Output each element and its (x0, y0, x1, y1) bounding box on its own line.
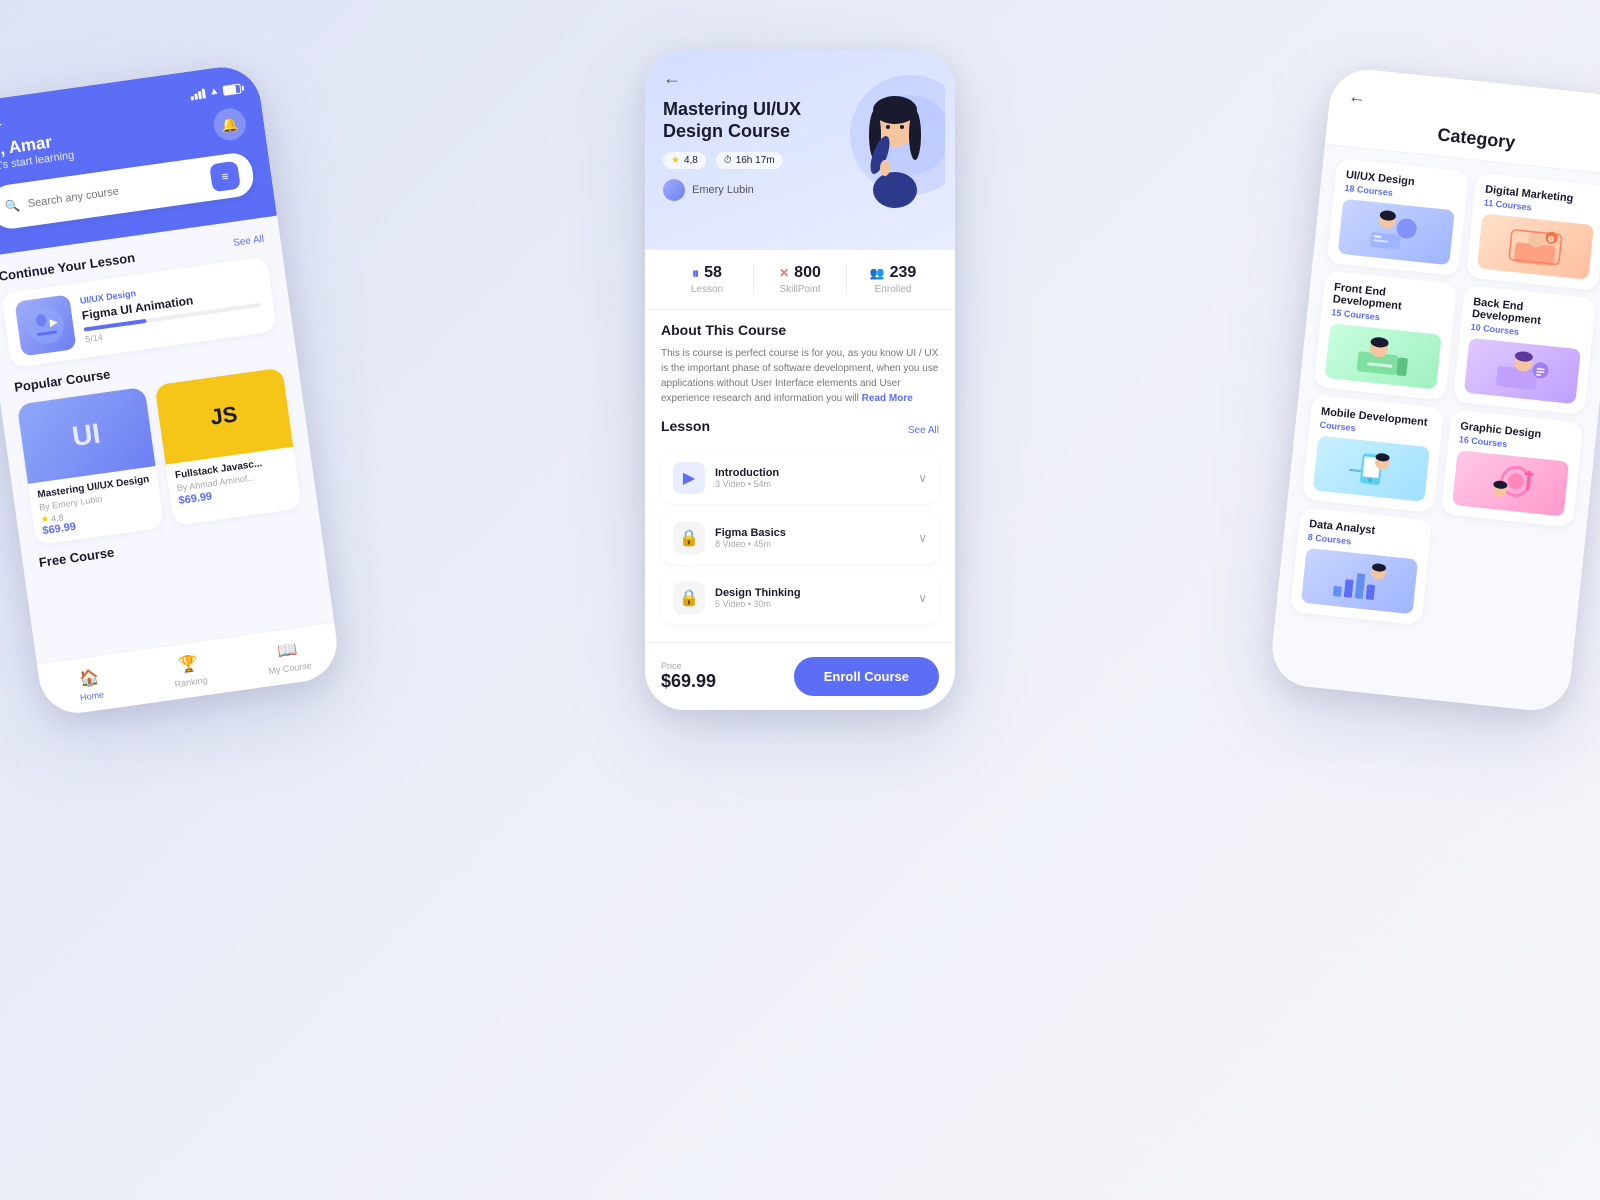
skillpoint-value: 800 (794, 264, 821, 282)
nav-ranking[interactable]: 🏆 Ranking (136, 637, 243, 704)
clock-icon: ⏱ (724, 155, 732, 166)
phone-left: 9:41 ▲ 🔔 Hi, Amar Let's start lear (0, 62, 342, 718)
course-card-js[interactable]: JS Fullstack Javasc... By Ahmad Aminof..… (154, 367, 302, 526)
lesson-2-title: Design Thinking (715, 587, 908, 599)
chevron-down-icon-2: ∨ (918, 591, 927, 605)
lesson-see-all[interactable]: See All (908, 425, 939, 436)
enrolled-label: Enrolled (847, 284, 939, 295)
chevron-down-icon-1: ∨ (918, 531, 927, 545)
lesson-item-0[interactable]: ▶ Introduction 3 Video • 54m ∨ (661, 452, 939, 504)
wifi-icon: ▲ (208, 86, 219, 98)
category-frontend[interactable]: Front End Development 15 Courses (1314, 270, 1458, 400)
category-data-analyst[interactable]: Data Analyst 8 Courses (1290, 507, 1432, 625)
lesson-0-title: Introduction (715, 467, 908, 479)
cat-thumb-fe (1325, 323, 1442, 389)
status-time: 9:41 (0, 116, 2, 131)
about-title: About This Course (661, 322, 939, 338)
search-icon: 🔍 (4, 198, 21, 214)
free-course-title: Free Course (38, 545, 115, 570)
duration-badge: ⏱ 16h 17m (716, 152, 783, 169)
category-digital-marketing[interactable]: Digital Marketing 11 Courses ⚙ (1466, 173, 1600, 291)
nav-my-course[interactable]: 📖 My Course (235, 623, 342, 690)
instructor-name: Emery Lubin (692, 184, 754, 196)
course-hero-image (835, 60, 945, 220)
filter-button[interactable]: ≡ (209, 161, 241, 193)
duration-value: 16h 17m (736, 155, 775, 166)
home-icon: 🏠 (78, 666, 101, 689)
cat-thumb-gd (1452, 450, 1569, 516)
cat-thumb-uiux (1338, 199, 1455, 265)
search-input[interactable] (27, 174, 204, 211)
lesson-1-meta: 8 Video • 45m (715, 539, 908, 549)
cat-thumb-be (1464, 338, 1581, 404)
course-description: This is course is perfect course is for … (661, 346, 939, 406)
stat-enrolled: 👥 239 Enrolled (847, 264, 939, 295)
phone-center: ← (645, 50, 955, 710)
lesson-item-1[interactable]: 🔒 Figma Basics 8 Video • 45m ∨ (661, 512, 939, 564)
lesson-icon: ⏸ (692, 265, 699, 282)
popular-course-title: Popular Course (13, 366, 111, 394)
enroll-course-button[interactable]: Enroll Course (794, 657, 939, 696)
battery-icon (222, 83, 241, 95)
lesson-2-meta: 5 Video • 30m (715, 599, 908, 609)
star-icon: ★ (671, 155, 680, 166)
course-footer: Price $69.99 Enroll Course (645, 642, 955, 710)
lesson-count-value: 58 (704, 264, 722, 282)
lock-icon: 🔒 (673, 522, 705, 554)
price-value: $69.99 (661, 671, 716, 692)
category-grid: UI/UX Design 18 Courses (1290, 158, 1600, 640)
category-backend[interactable]: Back End Development 10 Courses (1453, 285, 1597, 415)
stat-skillpoint: ✕ 800 SkillPoint (754, 264, 846, 295)
category-mobile[interactable]: Mobile Development Courses (1302, 395, 1444, 513)
continue-see-all[interactable]: See All (233, 234, 265, 249)
play-icon: ▶ (673, 462, 705, 494)
course-title: Mastering UI/UX Design Course (663, 99, 833, 142)
category-uiux[interactable]: UI/UX Design 18 Courses (1327, 158, 1469, 276)
price-label: Price (661, 661, 716, 671)
my-course-icon: 📖 (276, 639, 299, 662)
chevron-down-icon: ∨ (918, 471, 927, 485)
course-stats: ⏸ 58 Lesson ✕ 800 SkillPoint 👥 239 Enr (645, 250, 955, 310)
lesson-section-title: Lesson (661, 418, 710, 434)
read-more-link[interactable]: Read More (862, 393, 913, 404)
skillpoint-icon: ✕ (779, 266, 789, 280)
cat-thumb-mobile (1313, 436, 1430, 502)
enrolled-value: 239 (890, 264, 917, 282)
phone-right: ← Category UI/UX Design 18 Courses (1268, 66, 1600, 714)
category-graphic-design[interactable]: Graphic Design 16 Courses (1441, 409, 1583, 527)
ranking-icon: 🏆 (177, 653, 200, 676)
course-card-ux[interactable]: UI Mastering UI/UX Design By Emery Lubin… (17, 387, 165, 546)
lesson-item-2[interactable]: 🔒 Design Thinking 5 Video • 30m ∨ (661, 572, 939, 624)
nav-home[interactable]: 🏠 Home (37, 650, 144, 717)
lesson-section: Lesson See All ▶ Introduction 3 Video • … (661, 418, 939, 624)
signal-icon (190, 88, 206, 100)
cat-thumb-dm: ⚙ (1477, 213, 1594, 279)
lesson-1-title: Figma Basics (715, 527, 908, 539)
svg-text:⚙: ⚙ (1547, 234, 1555, 244)
lock-icon-2: 🔒 (673, 582, 705, 614)
instructor-avatar (663, 179, 685, 201)
back-button[interactable]: ← (663, 68, 681, 89)
rating-badge: ★ 4,8 (663, 152, 706, 169)
cat-thumb-da (1301, 548, 1418, 614)
filter-icon: ≡ (221, 169, 230, 184)
stat-lesson: ⏸ 58 Lesson (661, 264, 753, 295)
category-grid-container: UI/UX Design 18 Courses (1268, 145, 1600, 714)
lesson-thumbnail (14, 294, 76, 356)
lesson-label: Lesson (661, 284, 753, 295)
lesson-0-meta: 3 Video • 54m (715, 479, 908, 489)
rating-value: 4,8 (684, 155, 698, 166)
skillpoint-label: SkillPoint (754, 284, 846, 295)
enrolled-icon: 👥 (870, 266, 885, 280)
